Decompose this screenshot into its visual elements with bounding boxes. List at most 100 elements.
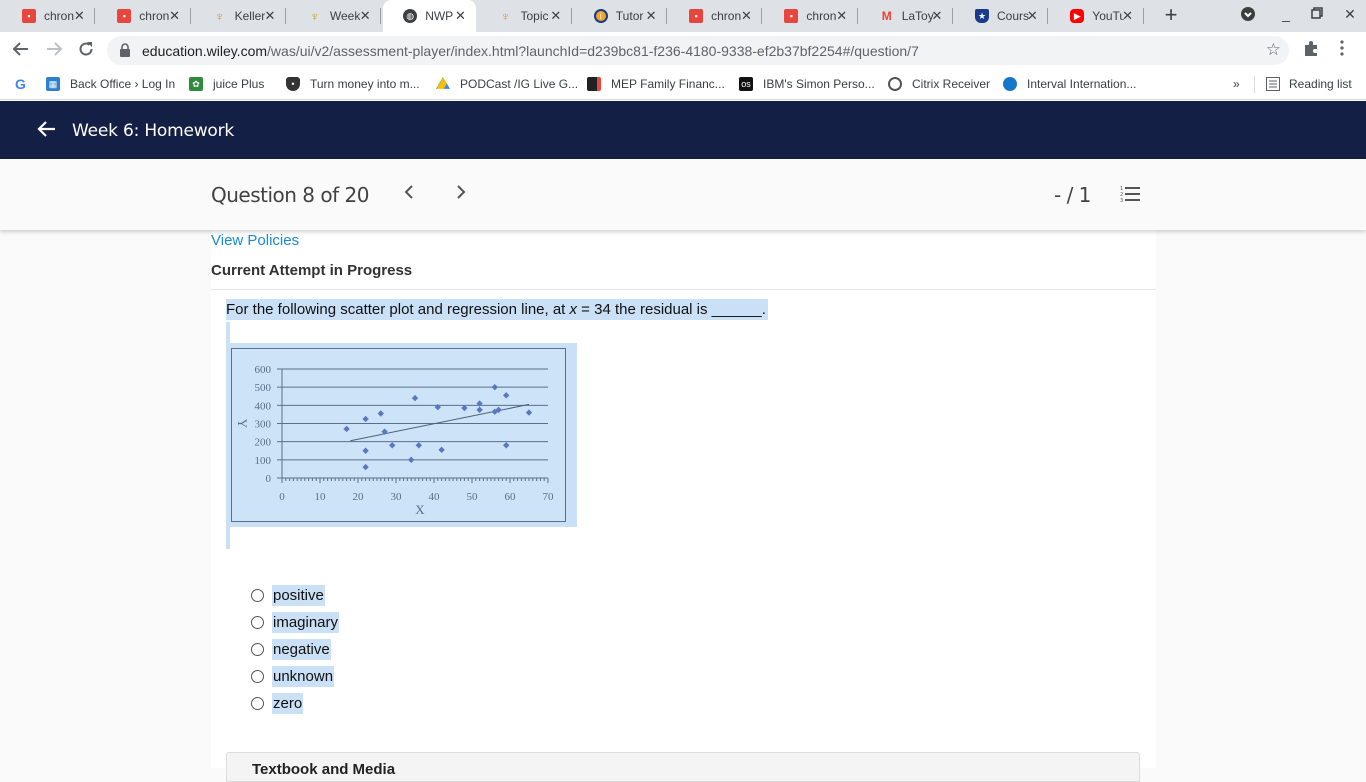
google-bookmark[interactable]: G [15,76,26,92]
question-content: View Policies Current Attempt in Progres… [211,230,1156,782]
forward-button[interactable] [43,40,65,62]
tab-separator [856,8,858,24]
question-list-button[interactable]: 1 2 3 [1120,185,1142,204]
answer-radio[interactable] [251,589,264,602]
tab-close-icon[interactable]: ✕ [1024,8,1040,24]
browser-tab[interactable]: ♆ Week ✕ [288,0,382,32]
browser-tab[interactable]: ▪ chron ✕ [764,0,858,32]
arrow-right-icon [47,42,63,56]
data-point [415,442,422,449]
reading-list-button[interactable]: Reading list [1266,76,1352,92]
extensions-button[interactable] [1303,40,1320,62]
bookmark-item[interactable]: Citrix Receiver [888,76,990,92]
tab-close-icon[interactable]: ✕ [738,8,754,24]
google-icon: G [15,76,26,92]
tab-separator [666,8,668,24]
os-icon: os [739,77,753,91]
data-point [503,392,510,399]
browser-tab[interactable]: ◍ NWP ✕ [383,0,477,32]
answer-label: imaginary [272,612,340,633]
browser-tab[interactable]: ★ Cours ✕ [955,0,1049,32]
answer-option[interactable]: zero [251,690,339,717]
more-bookmarks-button[interactable]: » [1233,76,1240,92]
answer-radio[interactable] [251,697,264,710]
browser-tab[interactable]: ▪ chron ✕ [2,0,96,32]
chevron-right-icon [457,185,466,199]
answer-radio[interactable] [251,643,264,656]
answer-label: zero [272,693,304,714]
bookmark-item[interactable]: os IBM's Simon Perso... [739,76,875,92]
tab-close-icon[interactable]: ✕ [548,8,564,24]
back-to-assignment-button[interactable] [36,118,58,140]
data-point [408,456,415,464]
bookmark-label: Citrix Receiver [912,77,991,91]
arrow-left-icon [37,121,55,137]
answer-option[interactable]: unknown [251,663,339,690]
x-tick-label: 40 [429,491,441,503]
bookmark-item[interactable]: ✿ juice Plus [189,76,264,92]
answer-radio[interactable] [251,670,264,683]
red-square-icon: ▪ [784,9,799,23]
tab-close-icon[interactable]: ✕ [71,8,87,24]
x-tick-label: 10 [315,491,327,503]
y-tick-label: 0 [266,473,272,485]
minimize-button[interactable]: _ [1276,6,1296,22]
browser-tab[interactable]: ▶ YouTu ✕ [1050,0,1144,32]
data-point [476,406,483,414]
restore-icon [1311,7,1323,19]
x-tick-label: 30 [391,491,403,503]
reading-list-icon [1266,77,1280,91]
tab-close-icon[interactable]: ✕ [357,8,373,24]
tab-close-icon[interactable]: ✕ [834,8,850,24]
back-button[interactable] [10,40,32,62]
textbook-media-panel[interactable]: Textbook and Media [226,752,1140,782]
new-tab-button[interactable]: + [1160,4,1182,27]
answer-option[interactable]: imaginary [251,609,340,636]
lock-icon [120,43,130,57]
tutor-icon: i [593,9,608,23]
x-tick-label: 0 [279,491,285,503]
juiceplus-icon: ✿ [189,77,203,91]
tab-search-button[interactable] [1238,6,1258,25]
reload-button[interactable] [75,40,97,62]
bookmark-item[interactable]: • Turn money into m... [286,76,420,92]
address-bar[interactable]: education.wiley.com/was/ui/v2/assessment… [107,36,1289,65]
browser-tab[interactable]: ▪ chron ✕ [97,0,191,32]
tab-close-icon[interactable]: ✕ [262,8,278,24]
bookmark-item[interactable]: ▦ Back Office › Log In [46,76,175,92]
view-policies-link[interactable]: View Policies [211,232,299,249]
answer-radio[interactable] [251,616,264,629]
reload-icon [79,42,93,56]
answer-option[interactable]: positive [251,582,339,609]
y-tick-label: 100 [255,455,272,467]
previous-question-button[interactable] [399,183,419,207]
answer-options: positive imaginary negative unknown zero [251,582,340,717]
bookmark-item[interactable]: MEP Family Financ... [587,76,725,92]
browser-tab[interactable]: ♆ Keller ✕ [193,0,286,32]
tab-close-icon[interactable]: ✕ [167,8,183,24]
browser-tab[interactable]: ♆ Topic ✕ [479,0,572,32]
browser-tab[interactable]: M LaToy ✕ [860,0,953,32]
data-point [491,383,498,391]
bookmark-star-icon[interactable]: ☆ [1266,40,1281,60]
arrow-left-icon [12,42,28,56]
bookmark-item[interactable]: PODCast /IG Live G... [436,76,578,92]
browser-tab[interactable]: ▪ chron ✕ [669,0,763,32]
close-window-button[interactable]: ✕ [1340,6,1360,23]
tab-separator [94,8,96,24]
url-text: education.wiley.com/was/ui/v2/assessment… [142,43,919,59]
browser-menu-button[interactable] [1340,40,1344,61]
tab-close-icon[interactable]: ✕ [929,8,945,24]
tab-close-icon[interactable]: ✕ [643,8,659,24]
next-question-button[interactable] [451,183,471,207]
browser-tab[interactable]: i Tutor ✕ [574,0,668,32]
tab-close-icon[interactable]: ✕ [1120,8,1136,24]
red-square-icon: ▪ [689,9,704,23]
bookmark-item[interactable]: Interval Internation... [1003,76,1136,92]
kebab-menu-icon [1340,40,1344,56]
selection-highlight [226,527,230,549]
tab-close-icon[interactable]: ✕ [452,8,468,24]
y-tick-label: 600 [255,364,272,376]
restore-button[interactable] [1307,6,1327,22]
answer-option[interactable]: negative [251,636,339,663]
